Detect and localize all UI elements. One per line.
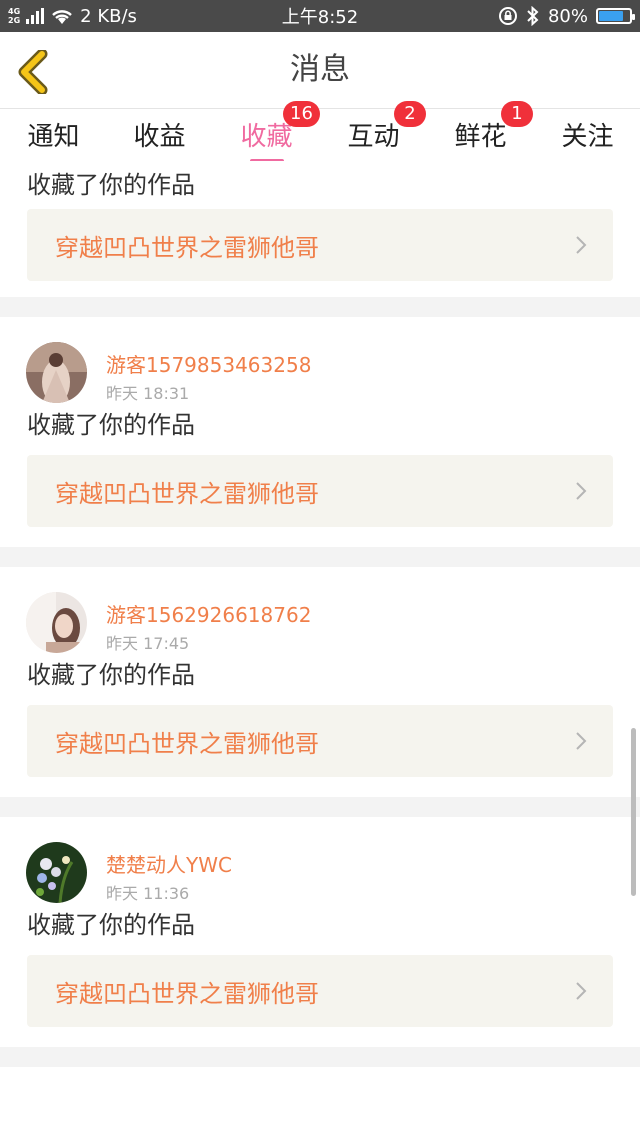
tab-earnings[interactable]: 收益 bbox=[106, 109, 213, 161]
bluetooth-icon bbox=[527, 6, 539, 26]
header: 消息 bbox=[0, 32, 640, 109]
badge-favorites: 16 bbox=[283, 101, 320, 127]
work-title: 穿越凹凸世界之雷狮他哥 bbox=[55, 479, 319, 508]
work-link[interactable]: 穿越凹凸世界之雷狮他哥 bbox=[27, 955, 613, 1027]
work-link[interactable]: 穿越凹凸世界之雷狮他哥 bbox=[27, 705, 613, 777]
chevron-right-icon bbox=[576, 482, 587, 500]
tab-favorites[interactable]: 收藏 16 bbox=[213, 101, 320, 163]
battery-icon bbox=[596, 8, 635, 24]
work-link[interactable]: 穿越凹凸世界之雷狮他哥 bbox=[27, 455, 613, 527]
tab-label: 收益 bbox=[133, 122, 186, 152]
tab-label: 收藏 bbox=[240, 122, 293, 152]
timestamp: 昨天 17:45 bbox=[106, 634, 190, 653]
chevron-right-icon bbox=[576, 982, 587, 1000]
tab-label: 互动 bbox=[347, 122, 400, 152]
username[interactable]: 游客1562926618762 bbox=[106, 599, 311, 628]
status-right: 80% bbox=[498, 0, 635, 32]
message-list[interactable]: 收藏了你的作品 穿越凹凸世界之雷狮他哥 游客1579853463258 昨天 1… bbox=[0, 161, 640, 1067]
tab-interactions[interactable]: 互动 2 bbox=[320, 101, 427, 161]
status-bar: 4G 2G 2 KB/s 上午8:52 80% bbox=[0, 0, 640, 32]
page-title: 消息 bbox=[290, 52, 350, 87]
tab-label: 关注 bbox=[561, 122, 614, 152]
work-title: 穿越凹凸世界之雷狮他哥 bbox=[55, 729, 319, 758]
tab-label: 鲜花 bbox=[454, 122, 507, 152]
divider bbox=[0, 547, 640, 567]
divider bbox=[0, 1047, 640, 1067]
battery-percent: 80% bbox=[547, 5, 588, 27]
tab-bar: 通知 收益 收藏 16 互动 2 鲜花 1 关注 bbox=[0, 101, 640, 163]
chevron-right-icon bbox=[576, 732, 587, 750]
action-text: 收藏了你的作品 bbox=[27, 661, 195, 689]
badge-interactions: 2 bbox=[394, 101, 426, 127]
divider bbox=[0, 797, 640, 817]
work-title: 穿越凹凸世界之雷狮他哥 bbox=[55, 233, 319, 262]
action-text: 收藏了你的作品 bbox=[27, 171, 195, 199]
action-text: 收藏了你的作品 bbox=[27, 911, 195, 939]
list-item: 收藏了你的作品 穿越凹凸世界之雷狮他哥 bbox=[0, 161, 640, 297]
lock-rotation-icon bbox=[498, 7, 517, 25]
chevron-right-icon bbox=[576, 236, 587, 254]
tab-follows[interactable]: 关注 bbox=[534, 109, 640, 161]
scrollbar[interactable] bbox=[631, 728, 636, 896]
badge-flowers: 1 bbox=[501, 101, 533, 127]
tab-notifications[interactable]: 通知 bbox=[0, 109, 107, 161]
avatar[interactable] bbox=[26, 592, 87, 653]
timestamp: 昨天 11:36 bbox=[106, 884, 190, 903]
status-time: 上午8:52 bbox=[281, 7, 359, 28]
tab-label: 通知 bbox=[27, 122, 80, 152]
list-item: 游客1579853463258 昨天 18:31 收藏了你的作品 穿越凹凸世界之… bbox=[0, 317, 640, 547]
username[interactable]: 游客1579853463258 bbox=[106, 349, 311, 378]
action-text: 收藏了你的作品 bbox=[27, 411, 195, 439]
username[interactable]: 楚楚动人YWC bbox=[106, 849, 232, 878]
tab-flowers[interactable]: 鲜花 1 bbox=[427, 101, 534, 161]
avatar[interactable] bbox=[26, 842, 87, 903]
divider bbox=[0, 297, 640, 317]
timestamp: 昨天 18:31 bbox=[106, 384, 190, 403]
work-title: 穿越凹凸世界之雷狮他哥 bbox=[55, 979, 319, 1008]
list-item: 楚楚动人YWC 昨天 11:36 收藏了你的作品 穿越凹凸世界之雷狮他哥 bbox=[0, 817, 640, 1047]
avatar[interactable] bbox=[26, 342, 87, 403]
list-item: 游客1562926618762 昨天 17:45 收藏了你的作品 穿越凹凸世界之… bbox=[0, 567, 640, 797]
battery-fill bbox=[599, 11, 623, 21]
work-link[interactable]: 穿越凹凸世界之雷狮他哥 bbox=[27, 209, 613, 281]
